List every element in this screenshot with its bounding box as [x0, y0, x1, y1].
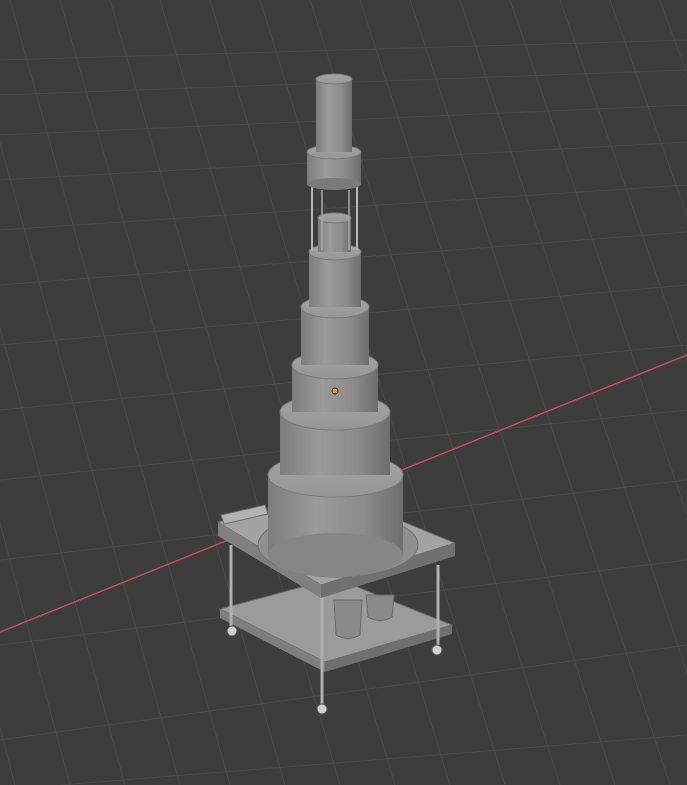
3d-viewport[interactable]	[0, 0, 687, 785]
viewport-canvas[interactable]	[0, 0, 687, 785]
object-origin-point[interactable]	[331, 387, 339, 395]
